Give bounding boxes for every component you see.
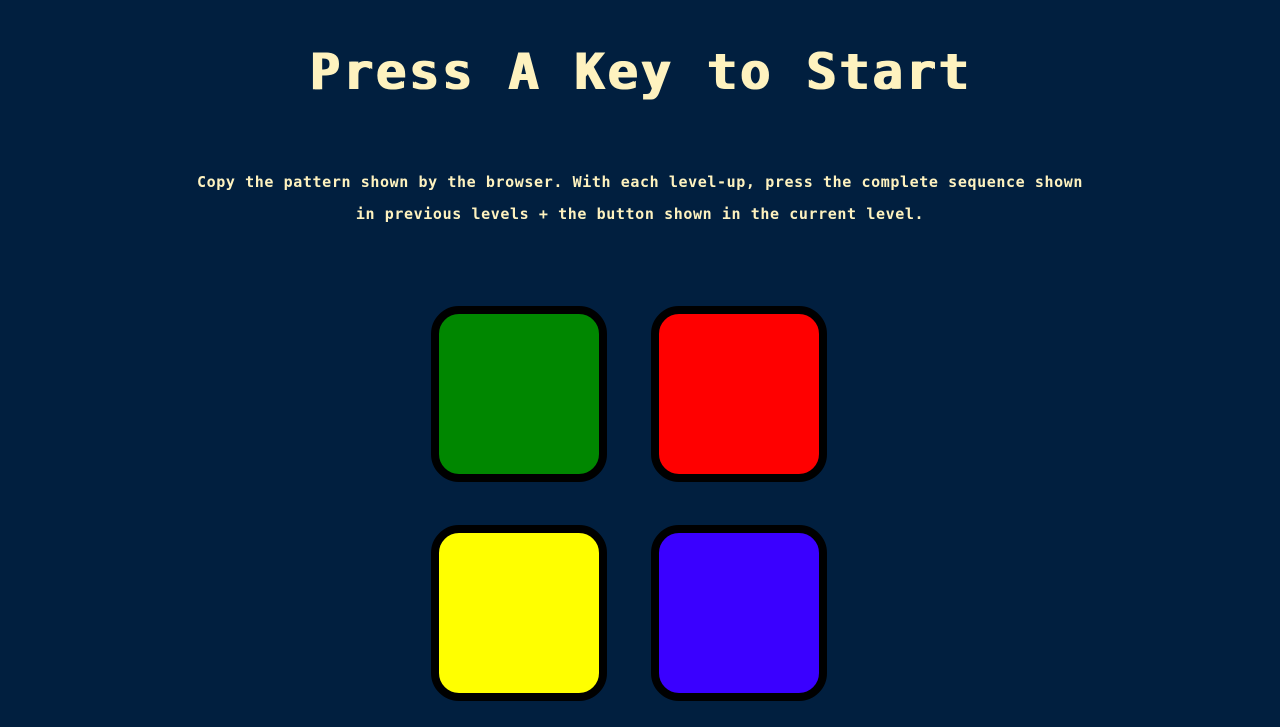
level-title: Press A Key to Start [308, 43, 972, 101]
red-button[interactable] [651, 306, 827, 482]
yellow-button[interactable] [431, 525, 607, 701]
blue-button[interactable] [651, 525, 827, 701]
instructions-text: Copy the pattern shown by the browser. W… [196, 173, 1084, 223]
green-button[interactable] [431, 306, 607, 482]
game-screen: Press A Key to Start Copy the pattern sh… [0, 0, 1280, 727]
